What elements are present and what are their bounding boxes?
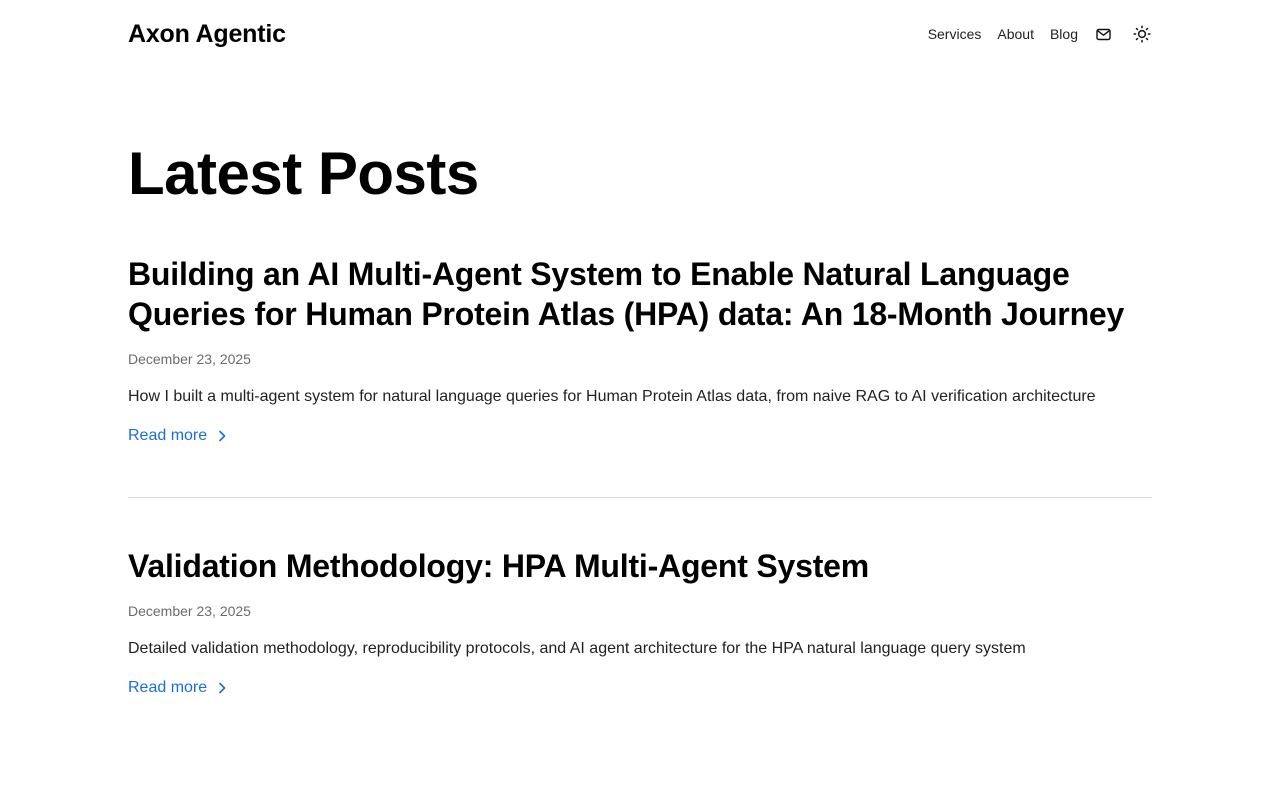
nav-link-services[interactable]: Services bbox=[928, 26, 982, 42]
page: Axon Agentic Services About Blog Latest … bbox=[0, 0, 1280, 800]
post-date: December 23, 2025 bbox=[128, 351, 251, 367]
mail-icon[interactable] bbox=[1094, 25, 1112, 43]
chevron-right-icon bbox=[216, 430, 228, 442]
post-date: December 23, 2025 bbox=[128, 603, 251, 619]
read-more-label: Read more bbox=[128, 679, 208, 696]
post-item: Validation Methodology: HPA Multi-Agent … bbox=[128, 546, 1152, 699]
main-nav: Services About Blog bbox=[912, 24, 1152, 44]
post-description: How I built a multi-agent system for nat… bbox=[128, 388, 1096, 405]
post-item: Building an AI Multi-Agent System to Ena… bbox=[128, 254, 1152, 447]
post-divider bbox=[128, 497, 1152, 498]
page-title: Latest Posts bbox=[128, 140, 479, 207]
read-more-label: Read more bbox=[128, 427, 208, 444]
nav-link-blog[interactable]: Blog bbox=[1050, 26, 1078, 42]
read-more-link[interactable]: Read more bbox=[128, 677, 228, 699]
post-title-link[interactable]: Validation Methodology: HPA Multi-Agent … bbox=[128, 546, 1152, 586]
post-title-link[interactable]: Building an AI Multi-Agent System to Ena… bbox=[128, 254, 1152, 334]
post-description: Detailed validation methodology, reprodu… bbox=[128, 640, 1026, 657]
site-header: Axon Agentic Services About Blog bbox=[128, 14, 1152, 54]
main-content: Latest Posts Building an AI Multi-Agent … bbox=[128, 140, 1152, 699]
nav-link-about[interactable]: About bbox=[997, 26, 1034, 42]
read-more-link[interactable]: Read more bbox=[128, 425, 228, 447]
sun-icon[interactable] bbox=[1132, 24, 1152, 44]
brand-logo-link[interactable]: Axon Agentic bbox=[128, 20, 286, 49]
chevron-right-icon bbox=[216, 682, 228, 694]
